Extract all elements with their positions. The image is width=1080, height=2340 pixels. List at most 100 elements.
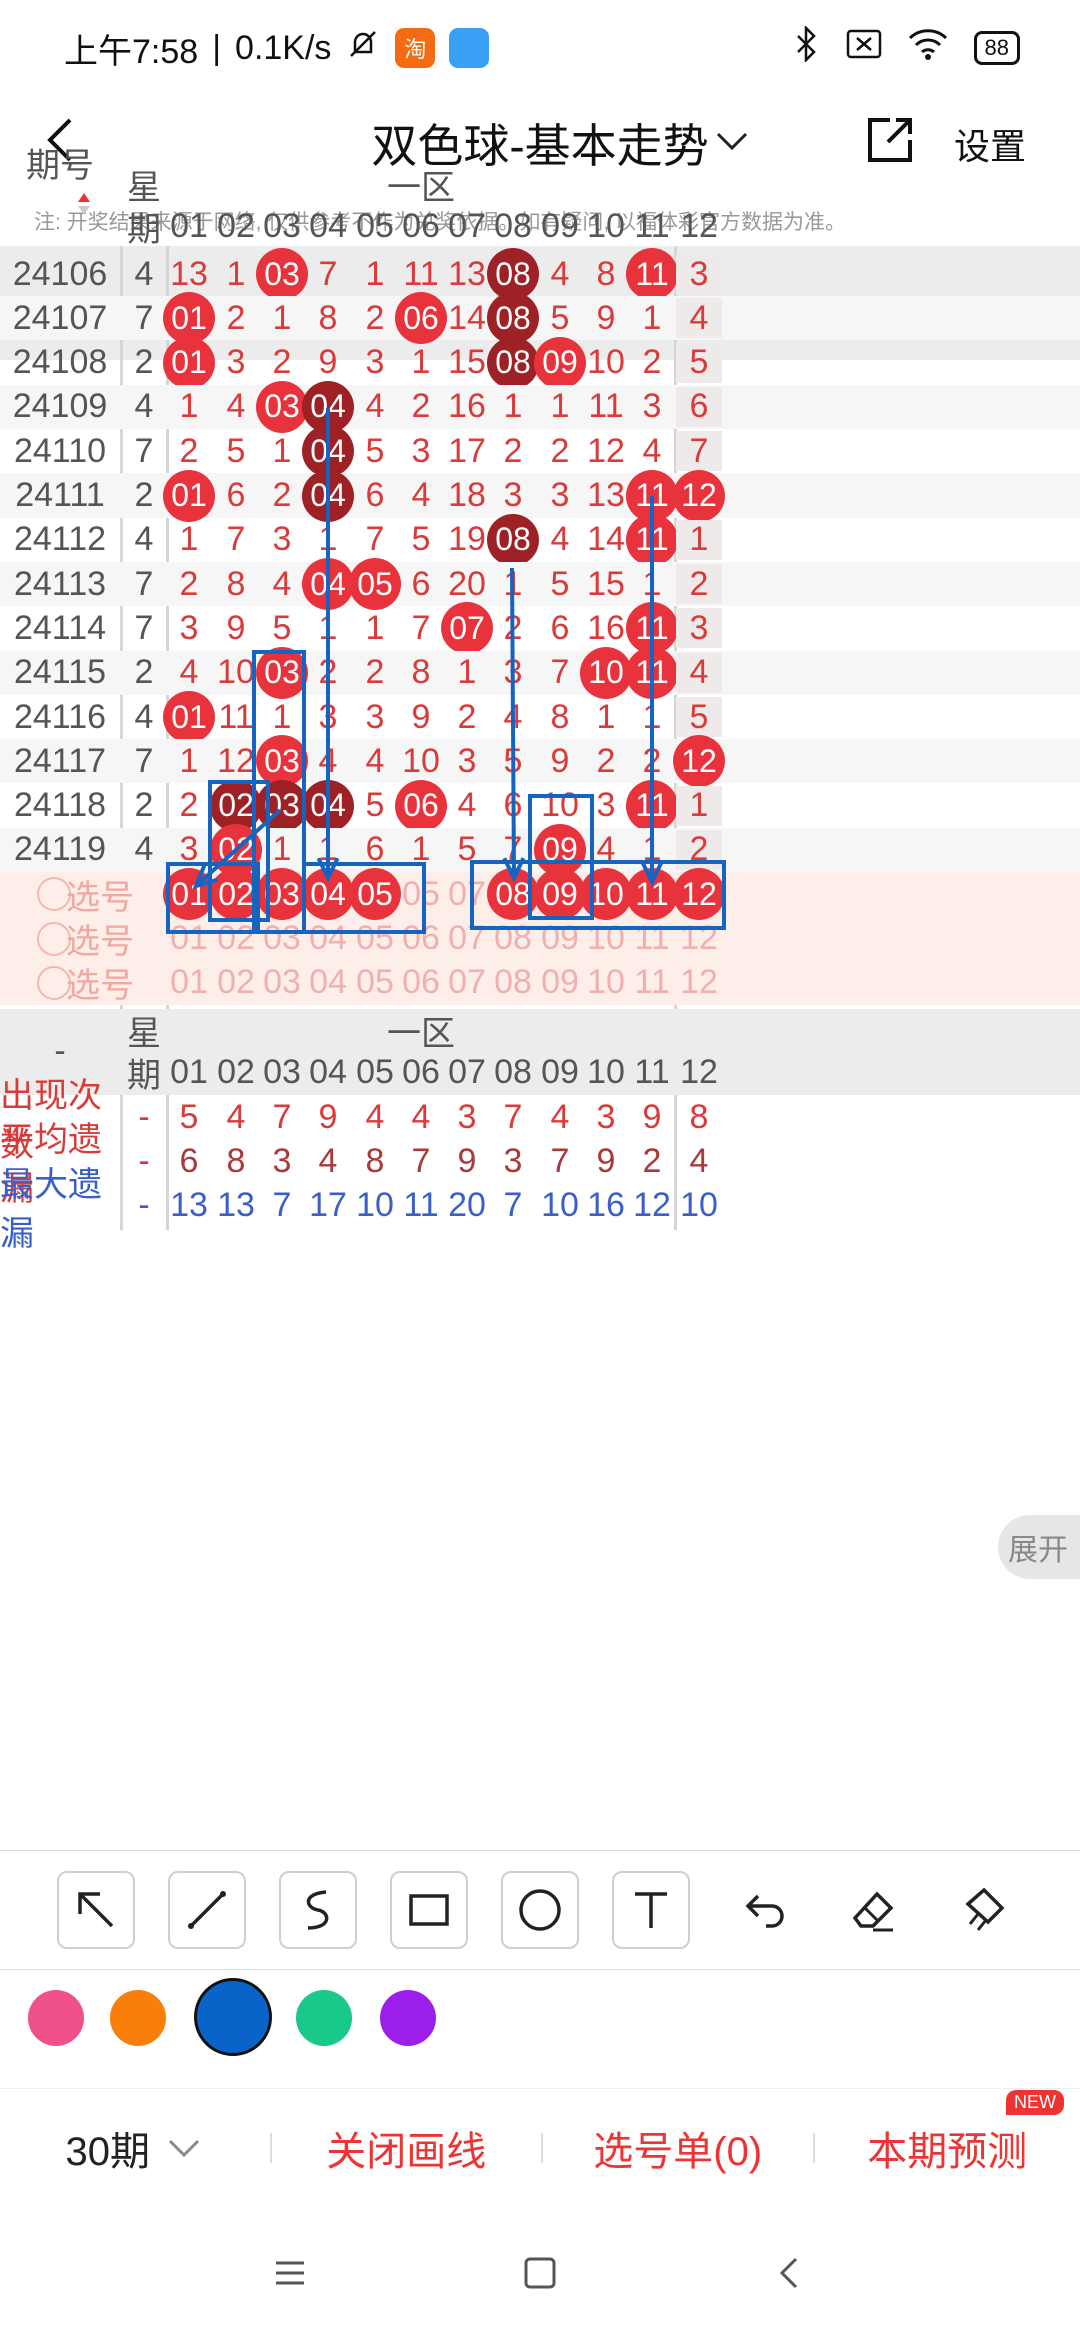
select-number[interactable]: 02 — [213, 963, 259, 1003]
select-number[interactable]: 07 — [444, 919, 490, 959]
arrow-tool-button[interactable] — [56, 1871, 135, 1949]
select-label[interactable]: 选号 — [60, 963, 140, 1005]
select-number[interactable]: 07 — [444, 874, 490, 914]
miss-count-cell: 1 — [318, 520, 338, 559]
stats-value: 17 — [309, 1186, 347, 1225]
select-label[interactable]: 选号 — [60, 874, 140, 917]
miss-count-cell: 11 — [218, 697, 254, 736]
rectangle-tool-button[interactable] — [389, 1871, 468, 1949]
select-ball[interactable]: 12 — [673, 868, 725, 921]
select-number[interactable]: 09 — [537, 919, 583, 959]
color-swatch-green[interactable] — [296, 1990, 352, 2046]
miss-count-cell: 3 — [272, 520, 292, 559]
period-header[interactable]: 期号 — [0, 132, 120, 192]
week-header-line2: 期 — [127, 210, 161, 249]
line-tool-button[interactable] — [167, 1871, 246, 1949]
menu-icon[interactable] — [270, 2255, 310, 2291]
select-number[interactable]: 12 — [676, 919, 722, 959]
color-swatch-pink[interactable] — [28, 1990, 84, 2046]
miss-count-cell: 12 — [217, 741, 255, 780]
miss-count-cell: 9 — [550, 741, 570, 780]
select-number[interactable]: 10 — [583, 919, 629, 959]
miss-count-cell: 1 — [179, 387, 199, 426]
select-number[interactable]: 12 — [676, 963, 722, 1003]
number-ball: 04 — [302, 558, 354, 611]
select-number[interactable]: 07 — [444, 963, 490, 1003]
select-number[interactable]: 03 — [259, 919, 305, 959]
back-icon[interactable] — [770, 2253, 810, 2293]
miss-count-cell: 2 — [676, 829, 722, 870]
chevron-down-icon[interactable] — [712, 124, 752, 160]
select-number[interactable]: 04 — [305, 919, 351, 959]
select-number[interactable]: 11 — [629, 963, 675, 1003]
curve-tool-button[interactable] — [278, 1871, 357, 1949]
miss-count-cell: 3 — [365, 343, 385, 382]
drawing-toolbar — [0, 1850, 1080, 1970]
miss-count-cell: 1 — [596, 697, 616, 736]
miss-count-cell: 4 — [365, 387, 385, 426]
select-ball[interactable]: 08 — [487, 868, 539, 921]
select-number[interactable]: 11 — [629, 919, 675, 959]
select-number[interactable]: 06 — [398, 963, 444, 1003]
select-number[interactable]: 05 — [352, 963, 398, 1003]
eraser-button[interactable] — [834, 1871, 912, 1949]
miss-count-cell: 3 — [676, 608, 722, 649]
select-number[interactable]: 03 — [259, 963, 305, 1003]
pick-list-button[interactable]: 选号单(0) — [543, 2119, 813, 2177]
select-ball[interactable]: 03 — [256, 868, 308, 921]
period-cell: 24110 — [13, 431, 107, 470]
column-header: 02 — [217, 206, 255, 245]
stats-dash: - — [138, 1186, 150, 1225]
select-ball[interactable]: 04 — [302, 868, 354, 921]
share-button[interactable] — [862, 112, 918, 168]
number-ball: 03 — [256, 646, 308, 699]
color-swatch-purple[interactable] — [380, 1990, 436, 2046]
select-number[interactable]: 01 — [166, 963, 212, 1003]
stats-value: 7 — [272, 1186, 292, 1225]
select-ball[interactable]: 10 — [580, 868, 632, 921]
select-number[interactable]: 09 — [537, 963, 583, 1003]
select-ball[interactable]: 01 — [163, 868, 215, 921]
rectangle-icon — [409, 1894, 449, 1926]
select-ball[interactable]: 11 — [626, 868, 678, 921]
stats-value: 10 — [356, 1186, 394, 1225]
select-ball[interactable]: 09 — [534, 868, 586, 921]
period-selector[interactable]: 30期 — [0, 2119, 270, 2177]
circle-tool-button[interactable] — [500, 1871, 579, 1949]
miss-count-cell: 5 — [550, 298, 570, 337]
home-icon[interactable] — [520, 2253, 560, 2293]
select-number[interactable]: 05 — [398, 874, 444, 914]
color-swatch-blue-selected[interactable] — [194, 1978, 272, 2056]
select-number[interactable]: 05 — [352, 919, 398, 959]
number-ball: 03 — [256, 380, 308, 433]
number-ball: 09 — [534, 336, 586, 389]
miss-count-cell: 6 — [676, 386, 722, 427]
close-line-button[interactable]: 关闭画线 — [272, 2119, 542, 2177]
select-ball[interactable]: 05 — [349, 868, 401, 921]
settings-button[interactable]: 设置 — [954, 118, 1026, 170]
curve-icon — [306, 1890, 329, 1930]
select-number[interactable]: 02 — [213, 919, 259, 959]
predict-button[interactable]: 本期预测 — [815, 2119, 1080, 2177]
sort-arrows-icon[interactable] — [74, 189, 94, 219]
select-number[interactable]: 04 — [305, 963, 351, 1003]
stats-value: 6 — [179, 1141, 199, 1180]
select-number[interactable]: 06 — [398, 919, 444, 959]
expand-button[interactable]: 展开 — [998, 1515, 1080, 1579]
select-number[interactable]: 01 — [166, 919, 212, 959]
undo-button[interactable] — [723, 1871, 801, 1949]
select-number[interactable]: 08 — [490, 963, 536, 1003]
color-swatch-orange[interactable] — [110, 1990, 166, 2046]
miss-count-cell: 1 — [642, 298, 662, 337]
stats-week-line1: 星 — [127, 1015, 161, 1054]
clear-brush-button[interactable] — [945, 1871, 1023, 1949]
miss-count-cell: 1 — [272, 431, 292, 470]
select-number[interactable]: 08 — [490, 919, 536, 959]
period-selector-label: 30期 — [65, 2129, 151, 2174]
miss-count-cell: 5 — [457, 830, 477, 869]
select-number[interactable]: 10 — [583, 963, 629, 1003]
text-tool-button[interactable] — [612, 1871, 691, 1949]
week-cell: 2 — [134, 786, 154, 825]
select-label[interactable]: 选号 — [60, 919, 140, 961]
select-ball[interactable]: 02 — [210, 868, 262, 921]
